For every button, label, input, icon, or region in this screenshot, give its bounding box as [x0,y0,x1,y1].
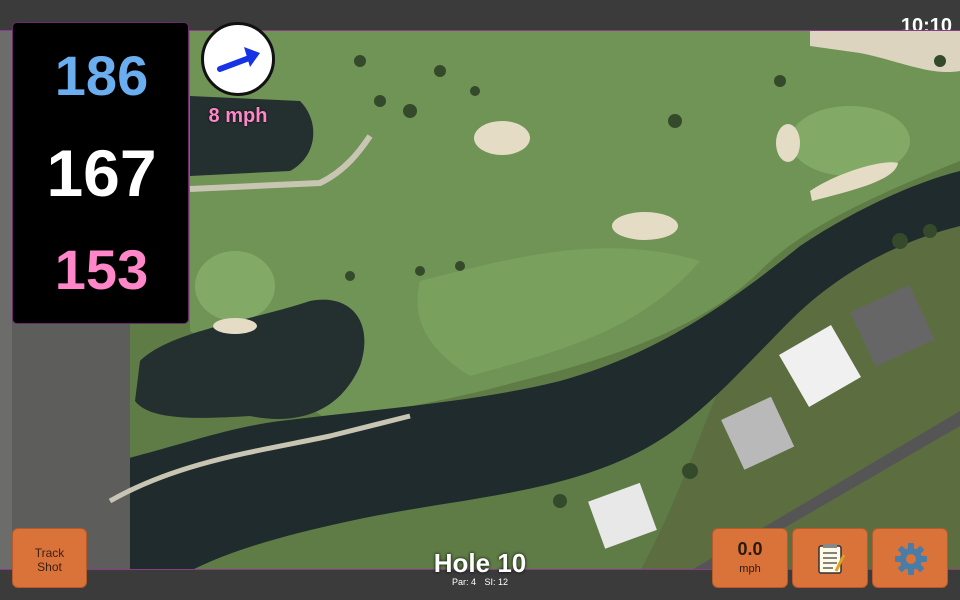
wind-speed-label: 8 mph [208,105,268,127]
gear-icon [895,543,927,575]
speed-button[interactable]: 0.0 mph [712,528,788,588]
hole-par: Par: 4 [451,577,476,587]
speed-value: 0.0 [737,539,763,559]
settings-button[interactable] [872,528,948,588]
back-distance: 186 [54,44,149,107]
speed-unit: mph [739,563,761,575]
track-shot-label-line1: Track [34,546,65,560]
track-shot-label-line2: Shot [37,560,62,574]
track-shot-button[interactable]: Track Shot [12,528,87,588]
middle-distance: 167 [46,136,157,210]
wind-indicator [201,22,275,96]
front-distance: 153 [54,238,149,301]
distance-panel: 186 167 153 [12,22,189,324]
notepad-icon [818,544,846,574]
hole-stroke-index: SI: 12 [484,577,509,587]
notes-button[interactable] [792,528,868,588]
hole-details: Par: 4 SI: 12 [380,577,580,587]
arrow-right-icon [217,47,260,72]
hole-title: Hole 10 [433,548,527,578]
